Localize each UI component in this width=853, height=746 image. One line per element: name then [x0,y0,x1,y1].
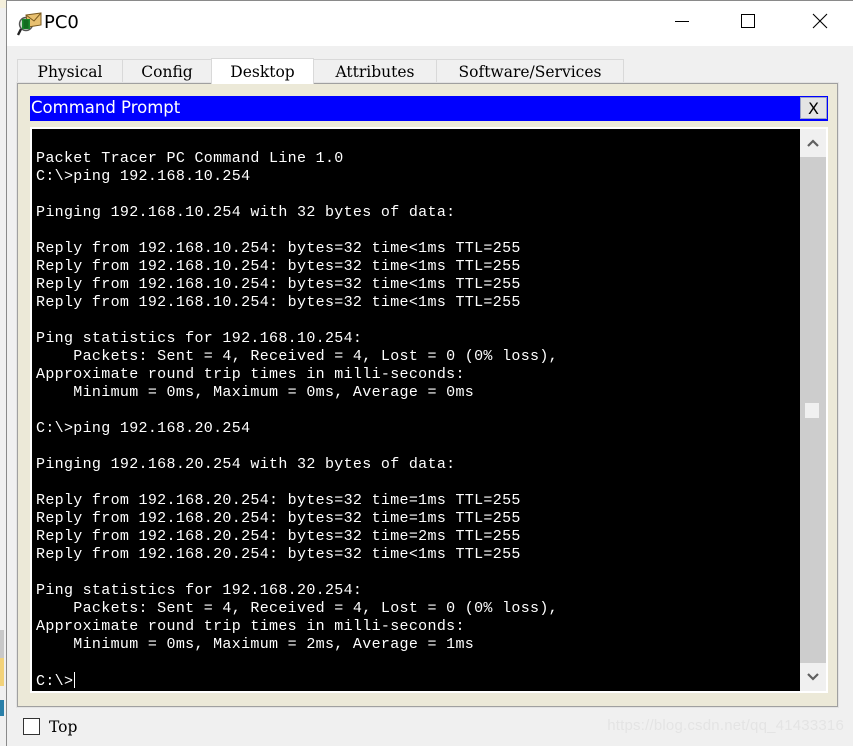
close-icon: X [808,98,819,118]
terminal-line: Minimum = 0ms, Maximum = 2ms, Average = … [36,636,475,653]
tab-label: Desktop [230,62,295,81]
text-cursor [74,672,76,688]
tab-label: Config [141,62,193,81]
tab-attributes[interactable]: Attributes [313,59,437,83]
command-prompt-close-button[interactable]: X [800,97,827,119]
tab-label: Software/Services [458,62,602,81]
terminal-line: Reply from 192.168.10.254: bytes=32 time… [36,276,521,293]
chevron-down-icon [807,668,819,686]
close-icon [812,13,828,34]
terminal-line: Approximate round trip times in milli-se… [36,618,465,635]
maximize-icon [740,13,756,34]
background-window-fragment [0,658,4,686]
terminal-line: Reply from 192.168.20.254: bytes=32 time… [36,528,521,545]
terminal-line: Approximate round trip times in milli-se… [36,366,465,383]
terminal-line: Reply from 192.168.10.254: bytes=32 time… [36,258,521,275]
command-prompt-title: Command Prompt [31,98,181,117]
background-window-fragment [0,700,4,716]
terminal-lines: Packet Tracer PC Command Line 1.0 C:\>pin… [36,150,558,690]
terminal-line: Reply from 192.168.10.254: bytes=32 time… [36,240,521,257]
terminal-line: Reply from 192.168.10.254: bytes=32 time… [36,294,521,311]
terminal-line: C:\>ping 192.168.10.254 [36,168,251,185]
watermark: https://blog.csdn.net/qq_41433316 [607,717,844,734]
terminal-line: Minimum = 0ms, Maximum = 0ms, Average = … [36,384,475,401]
terminal-frame: Packet Tracer PC Command Line 1.0 C:\>pin… [30,127,828,693]
terminal-line: Packets: Sent = 4, Received = 4, Lost = … [36,600,559,617]
maximize-button[interactable] [725,1,771,46]
pc0-window: PC0 Physical Config Desktop Attributes S… [6,0,853,746]
window-title: PC0 [44,12,79,33]
terminal-line: Packets: Sent = 4, Received = 4, Lost = … [36,348,559,365]
scroll-down-button[interactable] [800,663,826,691]
terminal-scrollbar[interactable] [800,129,826,691]
command-prompt-header: Command Prompt X [30,96,828,121]
terminal-prompt: C:\> [36,673,74,690]
tab-desktop[interactable]: Desktop [211,58,314,84]
title-bar[interactable]: PC0 [7,0,853,46]
scrollbar-thumb[interactable] [805,402,819,418]
terminal-line: Ping statistics for 192.168.20.254: [36,582,363,599]
desktop-panel: Command Prompt X Packet Tracer PC Comman… [17,83,838,707]
terminal-line: Ping statistics for 192.168.10.254: [36,330,363,347]
close-button[interactable] [797,1,843,46]
tab-software-services[interactable]: Software/Services [436,59,624,83]
scroll-up-button[interactable] [800,129,826,157]
top-checkbox[interactable] [23,718,40,735]
terminal-line: Reply from 192.168.20.254: bytes=32 time… [36,546,521,563]
terminal-line: Pinging 192.168.20.254 with 32 bytes of … [36,456,456,473]
chevron-up-icon [807,134,819,152]
tab-label: Attributes [335,62,415,81]
minimize-button[interactable] [659,1,705,46]
tab-config[interactable]: Config [122,59,212,83]
terminal-output[interactable]: Packet Tracer PC Command Line 1.0 C:\>pin… [32,129,800,691]
terminal-prompt-line[interactable]: C:\> [36,672,558,690]
terminal-line: Pinging 192.168.10.254 with 32 bytes of … [36,204,456,221]
tab-label: Physical [37,62,103,81]
terminal-line: C:\>ping 192.168.20.254 [36,420,251,437]
packet-tracer-pc-icon [16,11,43,37]
background-window-fragment [0,630,4,658]
terminal-line: Reply from 192.168.20.254: bytes=32 time… [36,510,521,527]
terminal-line: Reply from 192.168.20.254: bytes=32 time… [36,492,521,509]
minimize-icon [674,13,690,34]
terminal-line: Packet Tracer PC Command Line 1.0 [36,150,344,167]
top-checkbox-label: Top [49,718,78,736]
tab-physical[interactable]: Physical [17,59,123,83]
